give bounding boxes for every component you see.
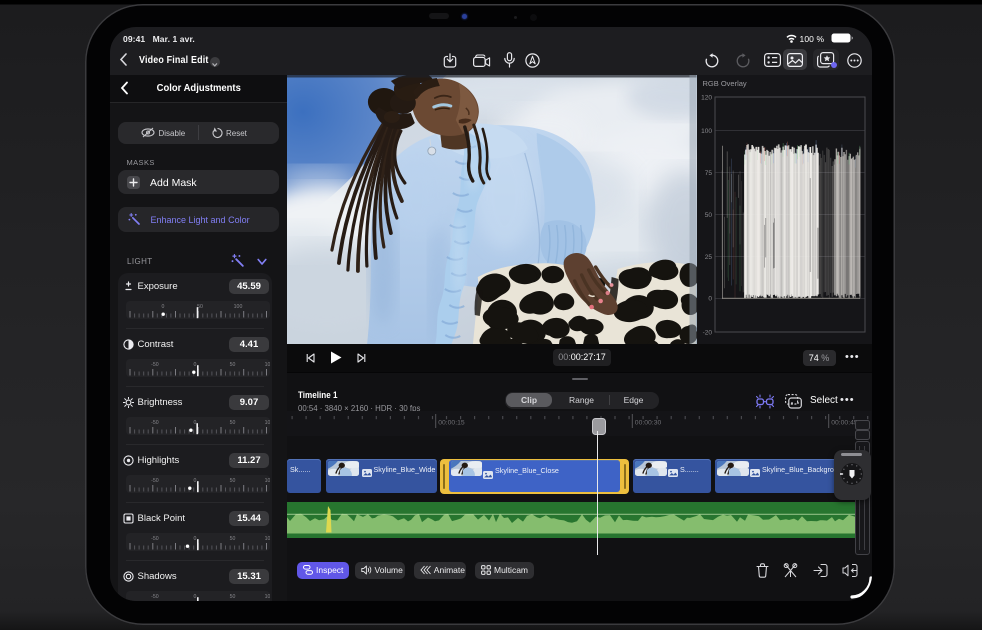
svg-text:100: 100	[265, 420, 270, 426]
svg-text:-20: -20	[702, 329, 712, 336]
svg-text:50: 50	[230, 478, 236, 484]
svg-text:0: 0	[193, 536, 196, 542]
svg-text:75: 75	[704, 169, 712, 176]
svg-text:-50: -50	[151, 478, 159, 484]
svg-text:-50: -50	[151, 594, 159, 600]
svg-text:100: 100	[701, 127, 712, 134]
svg-text:0: 0	[193, 478, 196, 484]
svg-text:25: 25	[704, 253, 712, 260]
svg-text:50: 50	[230, 362, 236, 368]
svg-text:50: 50	[230, 536, 236, 542]
svg-text:-50: -50	[151, 420, 159, 426]
svg-text:100: 100	[265, 478, 270, 484]
svg-text:120: 120	[701, 94, 712, 101]
svg-text:0: 0	[162, 304, 165, 310]
svg-text:50: 50	[230, 594, 236, 600]
svg-text:100: 100	[265, 594, 270, 600]
svg-text:0: 0	[708, 295, 712, 302]
svg-text:100: 100	[265, 536, 270, 542]
svg-text:100: 100	[234, 304, 243, 310]
svg-text:100: 100	[265, 362, 270, 368]
svg-text:0: 0	[193, 594, 196, 600]
svg-text:50: 50	[230, 420, 236, 426]
svg-text:00:00:45: 00:00:45	[831, 420, 858, 427]
svg-text:50: 50	[704, 211, 712, 218]
svg-text:00:00:15: 00:00:15	[438, 420, 465, 427]
svg-text:00:00:30: 00:00:30	[635, 420, 662, 427]
svg-text:-50: -50	[151, 536, 159, 542]
svg-text:-50: -50	[151, 362, 159, 368]
svg-text:0: 0	[193, 362, 196, 368]
svg-text:0: 0	[193, 420, 196, 426]
